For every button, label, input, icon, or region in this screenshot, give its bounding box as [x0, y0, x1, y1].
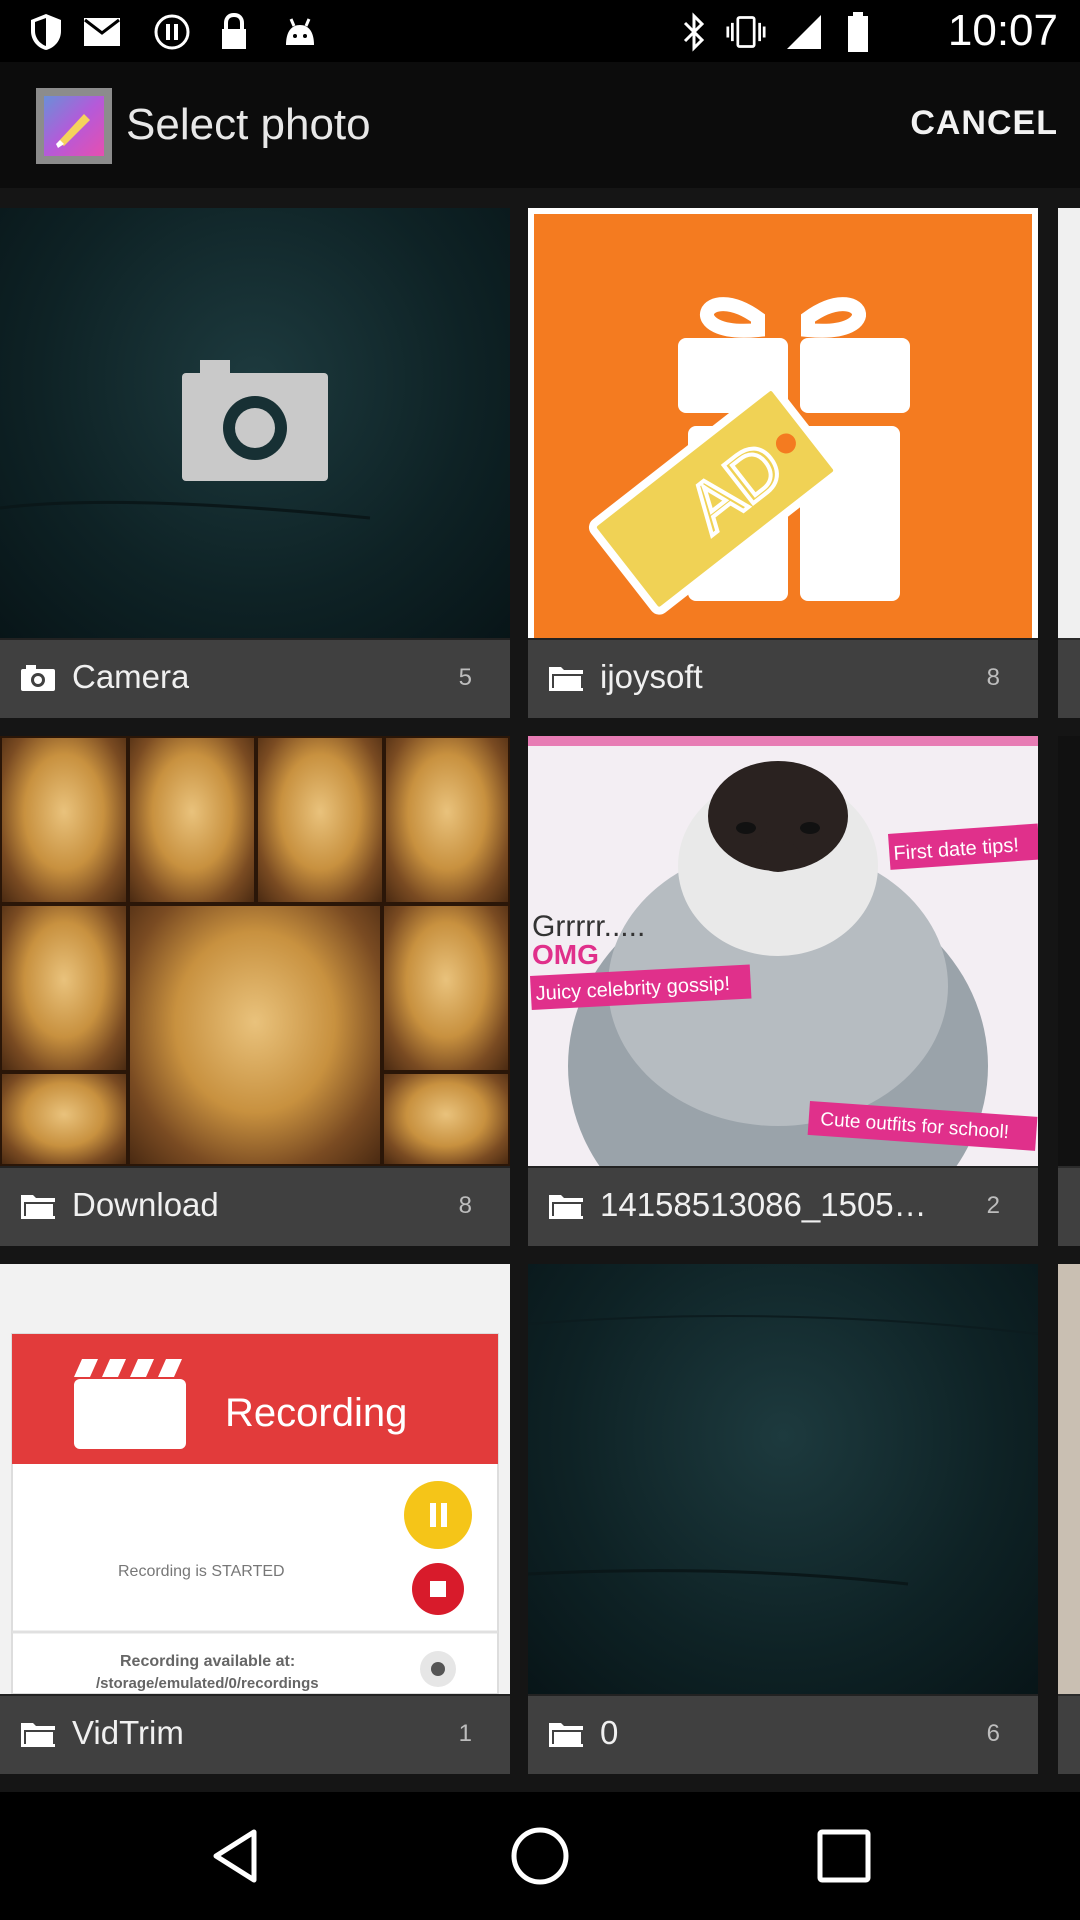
battery-icon	[838, 12, 878, 52]
album-name: 14158513086_15056...	[600, 1186, 930, 1223]
album-tile-ijoysoft[interactable]: AD ijoysoft 8	[528, 208, 1038, 718]
back-icon[interactable]	[202, 1822, 270, 1890]
recording-available: Recording available at:	[120, 1653, 295, 1670]
recording-status: Recording is STARTED	[118, 1563, 285, 1580]
vibrate-icon	[726, 12, 766, 52]
album-label-bar: ijoysoft 8	[528, 640, 1038, 718]
navigation-bar	[0, 1792, 1080, 1920]
album-count: 6	[986, 1720, 1000, 1747]
album-tile-14158513086[interactable]: Grrrrr..... OMG Juicy celebrity gossip! …	[528, 736, 1038, 1246]
mail-icon	[82, 12, 122, 52]
camera-icon	[21, 665, 55, 691]
android-icon	[280, 12, 320, 52]
album-tile-partial[interactable]	[1058, 736, 1080, 1246]
album-tile-0[interactable]: 0 6	[528, 1264, 1038, 1774]
home-icon[interactable]	[506, 1822, 574, 1890]
shield-icon	[26, 12, 66, 52]
album-grid: Camera 5 AD ijoysoft 8 Download 8 Grrrrr…	[0, 188, 1080, 1792]
album-tile-partial[interactable]	[1058, 208, 1080, 718]
album-label-bar: 0 6	[528, 1696, 1038, 1774]
album-name: ijoysoft	[600, 658, 703, 695]
album-count: 8	[458, 1192, 472, 1219]
recording-path: /storage/emulated/0/recordings	[96, 1675, 319, 1692]
album-tile-camera[interactable]: Camera 5	[0, 208, 510, 718]
signal-icon	[784, 12, 824, 52]
lock-icon	[214, 12, 254, 52]
recents-icon[interactable]	[810, 1822, 878, 1890]
folder-icon	[549, 667, 583, 691]
album-thumbnail	[0, 736, 510, 1166]
album-tile-download[interactable]: Download 8	[0, 736, 510, 1246]
album-count: 2	[986, 1192, 1000, 1219]
penguin-caption: OMG	[532, 939, 599, 970]
bluetooth-icon	[674, 12, 714, 52]
recording-title: Recording	[225, 1391, 407, 1435]
album-name: VidTrim	[72, 1714, 184, 1751]
folder-icon	[21, 1195, 55, 1219]
album-count: 5	[458, 664, 472, 691]
page-title: Select photo	[126, 100, 371, 149]
album-thumbnail	[0, 208, 510, 638]
album-thumbnail: Recording Recording is STARTED Recording…	[0, 1264, 510, 1694]
album-tile-vidtrim[interactable]: Recording Recording is STARTED Recording…	[0, 1264, 510, 1774]
album-label-bar: Camera 5	[0, 640, 510, 718]
status-bar: 10:07	[0, 0, 1080, 62]
album-thumbnail: AD	[528, 208, 1038, 638]
album-name: Camera	[72, 658, 190, 695]
album-label-bar: 14158513086_15056... 2	[528, 1168, 1038, 1246]
album-label-bar: VidTrim 1	[0, 1696, 510, 1774]
album-name: Download	[72, 1186, 219, 1223]
pause-circle-icon	[152, 12, 192, 52]
album-name: 0	[600, 1714, 619, 1751]
folder-icon	[549, 1723, 583, 1747]
folder-icon	[21, 1723, 55, 1747]
folder-icon	[549, 1195, 583, 1219]
cancel-button[interactable]: CANCEL	[910, 104, 1058, 143]
album-count: 1	[458, 1720, 472, 1747]
album-thumbnail	[528, 1264, 1038, 1694]
album-label-bar: Download 8	[0, 1168, 510, 1246]
action-bar: Select photo CANCEL	[0, 62, 1080, 188]
gallery-app-icon	[36, 88, 112, 164]
album-tile-partial[interactable]	[1058, 1264, 1080, 1774]
album-thumbnail: Grrrrr..... OMG Juicy celebrity gossip! …	[528, 736, 1038, 1166]
clock: 10:07	[947, 6, 1058, 55]
album-count: 8	[986, 664, 1000, 691]
